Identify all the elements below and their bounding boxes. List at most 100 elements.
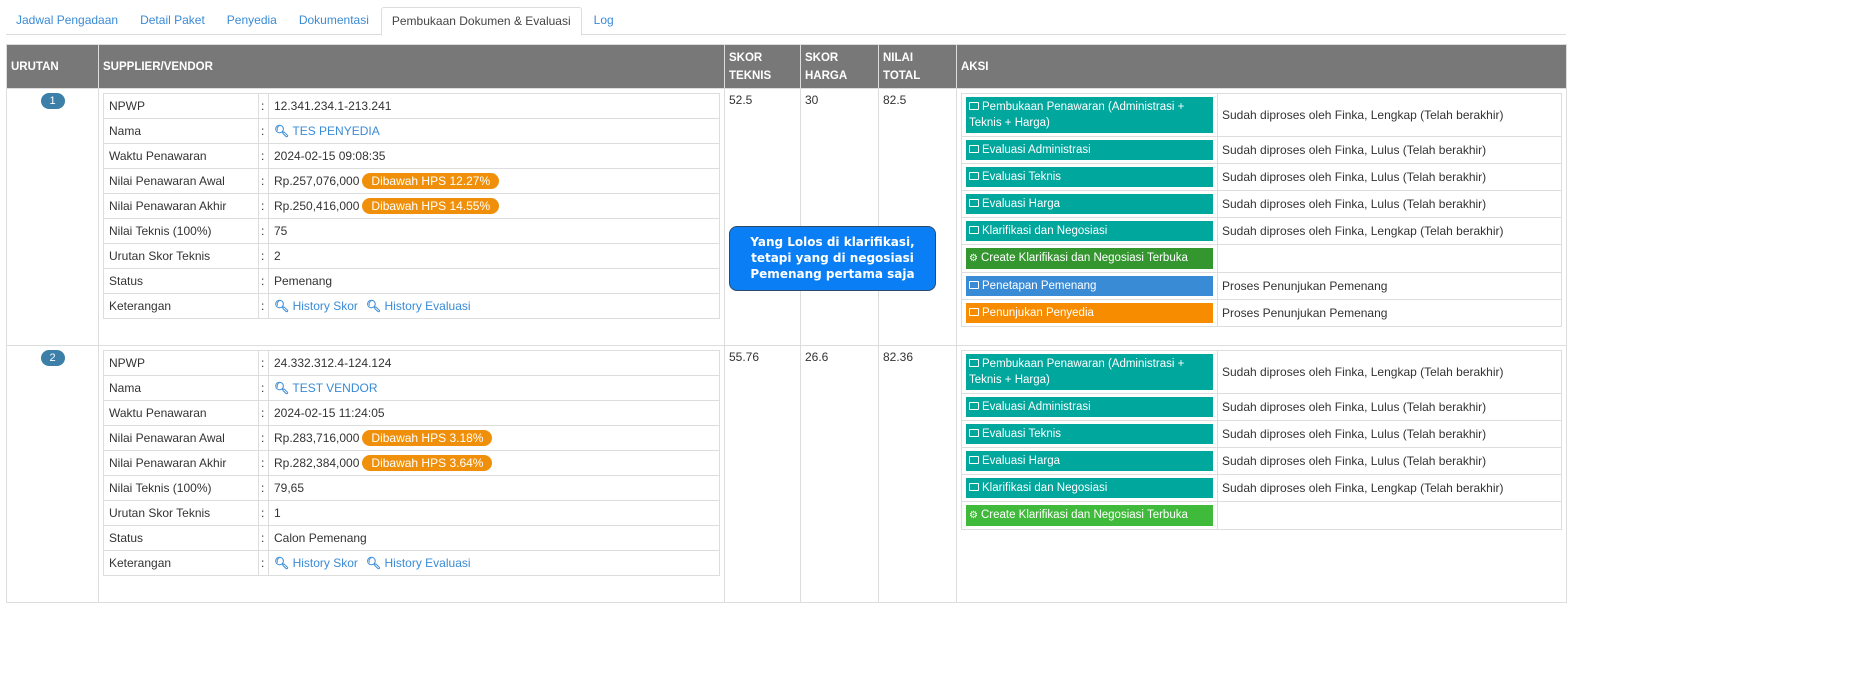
value-waktu: 2024-02-15 11:24:05	[274, 406, 385, 420]
history-skor-link[interactable]: 🔍︎ History Skor	[274, 556, 358, 570]
detail-value: 75	[268, 218, 720, 244]
action-button[interactable]: Evaluasi Administrasi	[966, 397, 1213, 417]
action-button[interactable]: Klarifikasi dan Negosiasi	[966, 221, 1213, 241]
hps-badge: Dibawah HPS 3.64%	[362, 455, 493, 471]
detail-row: Keterangan: 🔍︎ History Skor 🔍︎ History Eva…	[103, 293, 720, 319]
action-button[interactable]: Penetapan Pemenang	[966, 276, 1213, 296]
monitor-icon	[969, 102, 979, 110]
action-status: Sudah diproses oleh Finka, Lengkap (Tela…	[1217, 93, 1562, 137]
value-urutan_skor: 1	[274, 506, 281, 520]
monitor-icon	[969, 226, 979, 234]
action-cell: Klarifikasi dan Negosiasi	[961, 217, 1218, 245]
action-row: Pembukaan Penawaran (Administrasi + Tekn…	[961, 350, 1562, 394]
action-button[interactable]: Pembukaan Penawaran (Administrasi + Tekn…	[966, 354, 1213, 390]
urutan-cell: 1	[6, 88, 99, 346]
monitor-icon	[969, 281, 979, 289]
skor-harga: 30	[800, 88, 879, 346]
tab-pembukaan-dokumen-evaluasi[interactable]: Pembukaan Dokumen & Evaluasi	[380, 7, 582, 36]
vendor-name-link[interactable]: 🔍︎ TEST VENDOR	[274, 381, 377, 395]
detail-value: 12.341.234.1-213.241	[268, 93, 720, 119]
action-button[interactable]: ⚙ Create Klarifikasi dan Negosiasi Terbuk…	[966, 505, 1213, 526]
colon: :	[258, 218, 269, 244]
tab-jadwal-pengadaan[interactable]: Jadwal Pengadaan	[6, 7, 128, 34]
rank-badge: 2	[40, 350, 65, 366]
action-status	[1217, 501, 1562, 530]
evaluation-table: URUTAN SUPPLIER/VENDOR SKOR TEKNIS SKOR …	[6, 44, 1567, 603]
monitor-icon	[969, 199, 979, 207]
detail-value: Rp.250,416,000 Dibawah HPS 14.55%	[268, 193, 720, 219]
header-skor-harga: SKOR HARGA	[800, 44, 879, 89]
gears-icon: ⚙	[969, 510, 978, 521]
hps-badge: Dibawah HPS 14.55%	[362, 198, 500, 214]
detail-label: Nama	[103, 375, 259, 401]
header-aksi: AKSI	[956, 44, 1567, 89]
action-row: Penunjukan Penyedia Proses Penunjukan Pem…	[961, 299, 1562, 327]
detail-label: Waktu Penawaran	[103, 143, 259, 169]
colon: :	[258, 243, 269, 269]
action-button[interactable]: Pembukaan Penawaran (Administrasi + Tekn…	[966, 97, 1213, 133]
action-label: Evaluasi Administrasi	[982, 401, 1091, 413]
detail-value: 🔍︎ History Skor 🔍︎ History Evaluasi	[268, 550, 720, 576]
action-row: Evaluasi Administrasi Sudah diproses oleh…	[961, 136, 1562, 164]
colon: :	[258, 193, 269, 219]
action-button[interactable]: Penunjukan Penyedia	[966, 303, 1213, 323]
history-evaluasi-link[interactable]: 🔍︎ History Evaluasi	[366, 299, 471, 313]
action-button[interactable]: Evaluasi Harga	[966, 194, 1213, 214]
detail-label: Nilai Penawaran Akhir	[103, 450, 259, 476]
action-label: Penunjukan Penyedia	[982, 307, 1094, 319]
annotation-callout: Yang Lolos di klarifikasi, tetapi yang d…	[729, 226, 936, 291]
action-status: Sudah diproses oleh Finka, Lulus (Telah …	[1217, 136, 1562, 164]
action-row: Evaluasi Teknis Sudah diproses oleh Finka…	[961, 163, 1562, 191]
detail-row: NPWP:24.332.312.4-124.124	[103, 350, 720, 376]
search-icon: 🔍︎	[274, 124, 290, 138]
action-label: Evaluasi Teknis	[982, 428, 1062, 440]
colon: :	[258, 268, 269, 294]
value-urutan_skor: 2	[274, 249, 281, 263]
gears-icon: ⚙	[969, 253, 978, 264]
action-button[interactable]: Evaluasi Harga	[966, 451, 1213, 471]
search-icon: 🔍︎	[274, 556, 290, 570]
action-cell: Penetapan Pemenang	[961, 272, 1218, 300]
action-row: Klarifikasi dan Negosiasi Sudah diproses …	[961, 474, 1562, 502]
tab-detail-paket[interactable]: Detail Paket	[130, 7, 215, 34]
action-status: Sudah diproses oleh Finka, Lulus (Telah …	[1217, 447, 1562, 475]
detail-row: Urutan Skor Teknis:2	[103, 243, 720, 269]
action-button[interactable]: Evaluasi Teknis	[966, 424, 1213, 444]
action-button[interactable]: Evaluasi Administrasi	[966, 140, 1213, 160]
action-label: Penetapan Pemenang	[982, 280, 1097, 292]
tab-bar: Jadwal Pengadaan Detail Paket Penyedia Doku…	[6, 7, 1566, 36]
action-cell: Evaluasi Teknis	[961, 420, 1218, 448]
action-button[interactable]: ⚙ Create Klarifikasi dan Negosiasi Terbuk…	[966, 248, 1213, 269]
action-status: Proses Penunjukan Pemenang	[1217, 299, 1562, 327]
value-npwp: 24.332.312.4-124.124	[274, 356, 392, 370]
action-table: Pembukaan Penawaran (Administrasi + Tekn…	[961, 350, 1562, 530]
vendor-detail-table: NPWP:24.332.312.4-124.124 Nama: 🔍︎ TEST VE…	[103, 350, 720, 576]
vendor-name: TES PENYEDIA	[292, 124, 380, 138]
colon: :	[258, 143, 269, 169]
action-cell: Pembukaan Penawaran (Administrasi + Tekn…	[961, 350, 1218, 394]
tab-penyedia[interactable]: Penyedia	[217, 7, 287, 34]
value-status: Pemenang	[274, 274, 333, 288]
action-status: Sudah diproses oleh Finka, Lulus (Telah …	[1217, 420, 1562, 448]
tab-log[interactable]: Log	[584, 7, 624, 34]
colon: :	[258, 525, 269, 551]
detail-label: Urutan Skor Teknis	[103, 243, 259, 269]
colon: :	[258, 350, 269, 376]
action-label: Evaluasi Harga	[982, 198, 1060, 210]
nilai-total: 82.36	[878, 345, 957, 603]
history-evaluasi-link[interactable]: 🔍︎ History Evaluasi	[366, 556, 471, 570]
search-icon: 🔍︎	[365, 556, 382, 570]
detail-label: Status	[103, 268, 259, 294]
vendor-name-link[interactable]: 🔍︎ TES PENYEDIA	[274, 124, 380, 138]
header-nilai-total: NILAI TOTAL	[878, 44, 957, 89]
aksi-cell: Pembukaan Penawaran (Administrasi + Tekn…	[956, 345, 1567, 603]
action-button[interactable]: Klarifikasi dan Negosiasi	[966, 478, 1213, 498]
action-button[interactable]: Evaluasi Teknis	[966, 167, 1213, 187]
detail-row: Nilai Penawaran Awal: Rp.257,076,000 Dibaw…	[103, 168, 720, 194]
detail-label: Nilai Penawaran Awal	[103, 168, 259, 194]
detail-value: 24.332.312.4-124.124	[268, 350, 720, 376]
detail-value: 79,65	[268, 475, 720, 501]
history-skor-link[interactable]: 🔍︎ History Skor	[274, 299, 358, 313]
detail-row: Nama: 🔍︎ TEST VENDOR	[103, 375, 720, 401]
tab-dokumentasi[interactable]: Dokumentasi	[289, 7, 379, 34]
